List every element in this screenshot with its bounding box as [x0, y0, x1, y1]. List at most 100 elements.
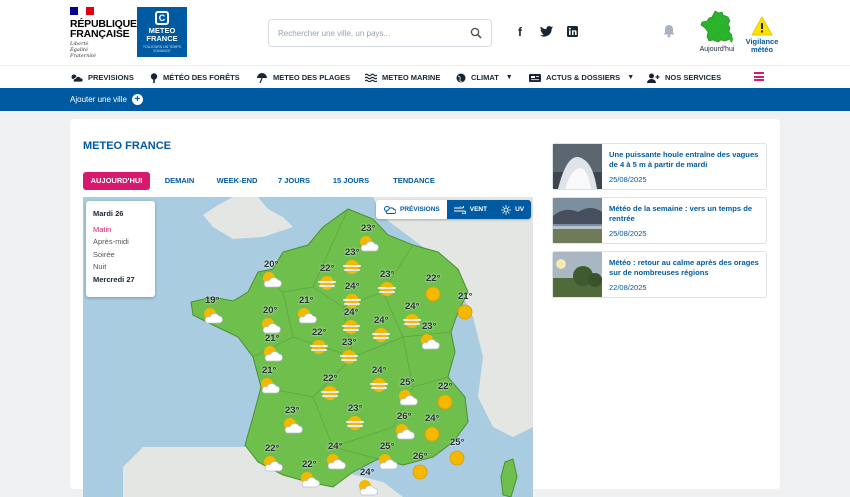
sun-fog-icon[interactable]: [376, 281, 398, 304]
sun-fog-icon[interactable]: [341, 259, 363, 282]
linkedin-icon[interactable]: [567, 26, 578, 37]
map-temperature[interactable]: 25°: [400, 377, 414, 388]
sun-fog-icon[interactable]: [319, 385, 341, 408]
tab-tendance[interactable]: TENDANCE: [384, 172, 444, 190]
nav-nos-services[interactable]: NOS SERVICES: [647, 66, 721, 89]
map-temperature[interactable]: 22°: [323, 373, 337, 384]
sun-fog-icon[interactable]: [344, 415, 366, 438]
map-temperature[interactable]: 26°: [413, 451, 427, 462]
news-card[interactable]: Une puissante houle entraîne des vagues …: [552, 143, 767, 190]
map-temperature[interactable]: 23°: [285, 405, 299, 416]
map-btn-label: PRÉVISIONS: [400, 206, 440, 213]
sun-icon[interactable]: [446, 449, 468, 472]
sun-cloud-icon[interactable]: [356, 479, 378, 497]
sun-cloud-icon[interactable]: [281, 417, 303, 440]
sun-fog-icon[interactable]: [338, 349, 360, 372]
map-btn-vent[interactable]: VENT: [446, 200, 495, 219]
sun-fog-icon[interactable]: [370, 327, 392, 350]
sun-cloud-icon[interactable]: [376, 453, 398, 476]
map-temperature[interactable]: 24°: [345, 281, 359, 292]
sun-fog-icon[interactable]: [316, 275, 338, 298]
period-matin[interactable]: Matin: [93, 224, 155, 237]
add-city-button[interactable]: Ajouter une ville +: [70, 94, 143, 105]
notification-bell-icon[interactable]: [663, 24, 675, 38]
period-nuit[interactable]: Nuit: [93, 261, 155, 274]
facebook-icon[interactable]: f: [518, 25, 522, 39]
map-temperature[interactable]: 24°: [328, 441, 342, 452]
nav-meteo-marine[interactable]: METEO MARINE: [365, 66, 440, 89]
sun-cloud-icon[interactable]: [260, 271, 282, 294]
nav-climat[interactable]: CLIMAT ▼: [456, 66, 513, 89]
period-day-1: Mardi 26: [93, 209, 124, 218]
map-temperature[interactable]: 24°: [374, 315, 388, 326]
nav-meteo-plages[interactable]: METEO DES PLAGES: [256, 66, 350, 89]
sun-cloud-icon[interactable]: [393, 423, 415, 446]
map-temperature[interactable]: 24°: [425, 413, 439, 424]
menu-hamburger-icon[interactable]: [754, 72, 764, 81]
twitter-icon[interactable]: [540, 26, 553, 37]
tab-aujourdhui[interactable]: AUJOURD'HUI: [83, 172, 150, 190]
map-temperature[interactable]: 23°: [342, 337, 356, 348]
period-apres-midi[interactable]: Après-midi: [93, 236, 155, 249]
map-temperature[interactable]: 22°: [265, 443, 279, 454]
tab-7-jours[interactable]: 7 JOURS: [271, 172, 317, 190]
search-input[interactable]: [269, 20, 459, 46]
map-temperature[interactable]: 23°: [361, 223, 375, 234]
sun-icon[interactable]: [454, 303, 476, 326]
map-btn-previsions[interactable]: PRÉVISIONS: [376, 200, 447, 219]
sun-cloud-icon[interactable]: [396, 389, 418, 412]
sun-cloud-icon[interactable]: [418, 333, 440, 356]
map-temperature[interactable]: 21°: [262, 365, 276, 376]
map-temperature[interactable]: 22°: [312, 327, 326, 338]
map-temperature[interactable]: 23°: [422, 321, 436, 332]
map-temperature[interactable]: 21°: [458, 291, 472, 302]
sun-icon[interactable]: [422, 285, 444, 308]
news-card[interactable]: Météo de la semaine : vers un temps de r…: [552, 197, 767, 244]
republique-francaise-logo[interactable]: RÉPUBLIQUE FRANÇAISE Liberté Égalité Frater…: [70, 7, 137, 59]
period-day-2[interactable]: Mercredi 27: [93, 274, 155, 287]
map-temperature[interactable]: 25°: [380, 441, 394, 452]
sun-cloud-icon[interactable]: [357, 235, 379, 258]
map-temperature[interactable]: 20°: [264, 259, 278, 270]
map-temperature[interactable]: 21°: [299, 295, 313, 306]
map-temperature[interactable]: 22°: [302, 459, 316, 470]
sun-cloud-icon[interactable]: [201, 307, 223, 330]
sun-cloud-icon[interactable]: [258, 377, 280, 400]
map-temperature[interactable]: 25°: [450, 437, 464, 448]
sun-icon[interactable]: [421, 425, 443, 448]
sun-fog-icon[interactable]: [308, 339, 330, 362]
meteo-france-logo[interactable]: C METEO FRANCE TOUJOURS UN TEMPS D'AVANCE: [137, 7, 187, 57]
france-forecast-map[interactable]: 23° 23° 20° 22° 23° 22° 24° 21° 19° 20° 21° 24° 24° 2…: [83, 197, 533, 497]
nav-meteo-forets[interactable]: MÉTÉO DES FORÊTS: [150, 66, 240, 89]
map-temperature[interactable]: 24°: [360, 467, 374, 478]
map-temperature[interactable]: 23°: [348, 403, 362, 414]
vigilance-meteo[interactable]: Vigilance météo: [742, 16, 782, 54]
map-temperature[interactable]: 21°: [265, 333, 279, 344]
map-temperature[interactable]: 24°: [344, 307, 358, 318]
tab-15-jours[interactable]: 15 JOURS: [325, 172, 377, 190]
today-vigilance-map[interactable]: Aujourd'hui: [696, 10, 738, 53]
nav-previsions[interactable]: PREVISIONS: [70, 66, 134, 89]
map-temperature[interactable]: 26°: [397, 411, 411, 422]
map-temperature[interactable]: 23°: [345, 247, 359, 258]
nav-actus-dossiers[interactable]: ACTUS & DOSSIERS ▼: [529, 66, 634, 89]
sun-cloud-icon[interactable]: [261, 455, 283, 478]
news-card[interactable]: Météo : retour au calme après des orages…: [552, 251, 767, 298]
map-temperature[interactable]: 20°: [263, 305, 277, 316]
sun-cloud-icon[interactable]: [324, 453, 346, 476]
map-temperature[interactable]: 22°: [438, 381, 452, 392]
sun-cloud-icon[interactable]: [298, 471, 320, 494]
map-temperature[interactable]: 19°: [205, 295, 219, 306]
search-icon[interactable]: [470, 27, 482, 39]
map-temperature[interactable]: 24°: [372, 365, 386, 376]
sun-fog-icon[interactable]: [368, 377, 390, 400]
period-soiree[interactable]: Soirée: [93, 249, 155, 262]
map-temperature[interactable]: 23°: [380, 269, 394, 280]
map-temperature[interactable]: 22°: [426, 273, 440, 284]
tab-week-end[interactable]: WEEK-END: [209, 172, 265, 190]
map-btn-uv[interactable]: UV: [494, 200, 532, 219]
tab-demain[interactable]: DEMAIN: [156, 172, 203, 190]
map-temperature[interactable]: 24°: [405, 301, 419, 312]
sun-icon[interactable]: [409, 463, 431, 486]
map-temperature[interactable]: 22°: [320, 263, 334, 274]
